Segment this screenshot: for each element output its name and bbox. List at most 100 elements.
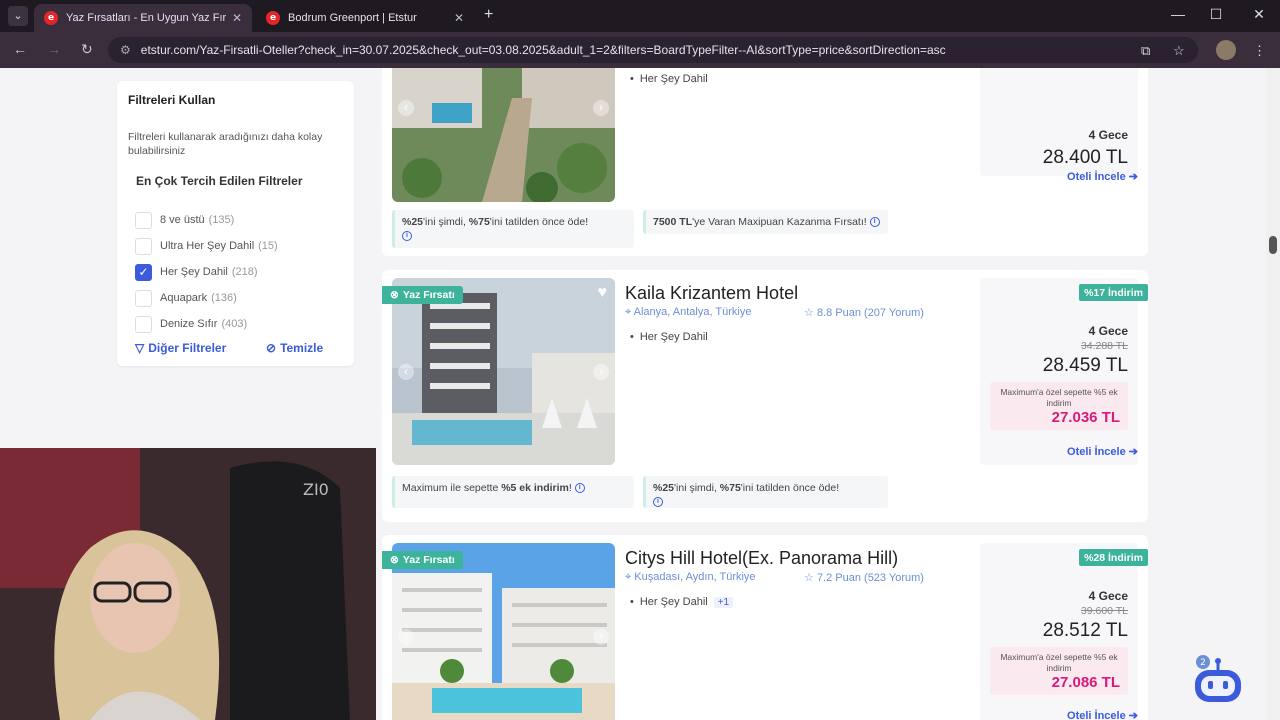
special-offer-text: Maximum'a özel sepette %5 ek indirim — [1000, 387, 1118, 408]
next-photo-icon[interactable]: › — [593, 364, 609, 380]
promo-text: 'ini şimdi, — [423, 216, 469, 228]
chair-brand-text: ZI0 — [303, 480, 329, 499]
prev-photo-icon[interactable]: ‹ — [398, 629, 414, 645]
filter-panel-title: Filtreleri Kullan — [128, 93, 216, 107]
promo-text: 'ye Varan Maxipuan Kazanma Fırsatı! — [692, 216, 867, 228]
filter-checkbox[interactable] — [135, 315, 152, 333]
back-arrow-icon[interactable]: ← — [13, 41, 27, 57]
hotel-location-label: Alanya, Antalya, Türkiye — [633, 306, 752, 318]
chatbot-button[interactable]: 2 — [1189, 654, 1247, 712]
discount-badge: %17 İndirim — [1079, 284, 1148, 301]
maximum-special-box: Maximum'a özel sepette %5 ek indirim 27.… — [990, 382, 1128, 430]
location-pin-icon: ⌖ — [625, 306, 632, 318]
tab-bodrum-greenport[interactable]: e Bodrum Greenport | Etstur ✕ — [256, 4, 474, 32]
payment-promo: %25'ini şimdi, %75'ini tatilden önce öde… — [643, 476, 888, 508]
view-hotel-link[interactable]: Oteli İncele ➔ — [1067, 445, 1138, 458]
filter-option-count: (15) — [258, 240, 278, 252]
promo-text: 'ini tatilden önce öde! — [740, 482, 840, 494]
board-type-label: Her Şey Dahil — [639, 73, 708, 85]
filter-option-label: 8 ve üstü — [160, 214, 205, 226]
scrollbar-thumb[interactable] — [1269, 236, 1277, 254]
promo-bold: %25 — [653, 482, 675, 494]
other-filters-button[interactable]: ▽ Diğer Filtreler — [135, 341, 226, 355]
filter-option-count: (135) — [208, 214, 235, 226]
filter-option-ultra-her-sey-dahil[interactable]: Ultra Her Şey Dahil (15) — [135, 237, 278, 255]
summer-deal-badge: ⊗ Yaz Fırsatı — [382, 286, 463, 304]
hotel-name[interactable]: Citys Hill Hotel(Ex. Panorama Hill) — [625, 548, 898, 569]
bookmark-star-icon[interactable]: ☆ — [1173, 43, 1185, 59]
discount-badge: %28 İndirim — [1079, 549, 1148, 566]
old-price-label: 39.600 TL — [1080, 605, 1128, 617]
chatbot-notification-count: 2 — [1200, 658, 1206, 668]
info-icon[interactable]: i — [402, 231, 412, 242]
etstur-favicon-icon: e — [266, 11, 280, 25]
promo-text: 'ini şimdi, — [674, 482, 720, 494]
clear-filters-button[interactable]: ⊘ Temizle — [266, 341, 323, 355]
star-icon: ☆ — [804, 572, 814, 584]
maximize-icon[interactable]: ☐ — [1206, 6, 1226, 23]
prev-photo-icon[interactable]: ‹ — [398, 100, 414, 116]
forward-arrow-icon[interactable]: → — [47, 41, 61, 57]
tab-search-chevron-icon[interactable]: ⌄ — [8, 6, 28, 26]
prev-photo-icon[interactable]: ‹ — [398, 364, 414, 380]
filter-option-her-sey-dahil[interactable]: ✓ Her Şey Dahil (218) — [135, 263, 258, 281]
info-icon[interactable]: i — [574, 483, 585, 494]
install-app-icon[interactable]: ⧉ — [1141, 43, 1150, 59]
page-scrollbar[interactable] — [1266, 68, 1280, 720]
filter-checkbox[interactable] — [135, 237, 152, 255]
filter-checkbox[interactable] — [135, 211, 152, 229]
hotel-card: ‹ › • Her Şey Dahil 4 Gece 28.400 TL Otel… — [382, 68, 1148, 256]
close-tab-icon[interactable]: ✕ — [454, 11, 464, 25]
more-board-types-badge[interactable]: +1 — [713, 596, 734, 608]
favorite-heart-icon[interactable]: ♥ — [598, 284, 608, 302]
browser-menu-icon[interactable]: ⋮ — [1253, 43, 1266, 59]
view-hotel-label: Oteli İncele — [1067, 171, 1126, 183]
hotel-photo[interactable]: ‹ › — [392, 543, 615, 720]
filter-checkbox-checked[interactable]: ✓ — [135, 263, 152, 281]
close-window-icon[interactable]: ✕ — [1249, 6, 1269, 23]
price-label: 28.459 TL — [1042, 355, 1128, 376]
view-hotel-link[interactable]: Oteli İncele ➔ — [1067, 709, 1138, 720]
etstur-favicon-icon: e — [44, 11, 58, 25]
hotel-name[interactable]: Kaila Krizantem Hotel — [625, 283, 798, 304]
x-circle-icon: ⊗ — [390, 289, 399, 301]
url-input[interactable]: ⚙ etstur.com/Yaz-Firsatli-Oteller?check_… — [108, 37, 1198, 63]
filter-option-8-ve-ustu[interactable]: 8 ve üstü (135) — [135, 211, 234, 229]
site-settings-icon[interactable]: ⚙ — [120, 43, 131, 57]
info-icon[interactable]: i — [869, 217, 880, 228]
view-hotel-label: Oteli İncele — [1067, 446, 1126, 458]
funnel-icon: ▽ — [135, 341, 145, 355]
board-type-label: Her Şey Dahil — [639, 331, 708, 343]
price-box: %17 İndirim 4 Gece 34.288 TL 28.459 TL M… — [980, 278, 1148, 465]
new-tab-icon[interactable]: + — [484, 6, 493, 24]
tab-yaz-firsatlari[interactable]: e Yaz Fırsatları - En Uygun Yaz Fır ✕ — [34, 4, 252, 32]
popular-filters-heading: En Çok Tercih Edilen Filtreler — [136, 174, 303, 188]
filter-checkbox[interactable] — [135, 289, 152, 307]
maximum-special-box: Maximum'a özel sepette %5 ek indirim 27.… — [990, 647, 1128, 695]
minimize-icon[interactable]: — — [1168, 6, 1188, 22]
hotel-card: ‹ › ⊗ Yaz Fırsatı Citys Hill Hotel(Ex. Pa… — [382, 535, 1148, 720]
filter-option-aquapark[interactable]: Aquapark (136) — [135, 289, 237, 307]
hotel-rating[interactable]: ☆ 8.8 Puan (207 Yorum) — [804, 306, 924, 319]
promo-text: ! — [568, 482, 572, 494]
filter-panel-description: Filtreleri kullanarak aradığınızı daha k… — [128, 131, 323, 157]
filter-option-count: (218) — [231, 266, 258, 278]
hotel-rating[interactable]: ☆ 7.2 Puan (523 Yorum) — [804, 571, 924, 584]
reload-icon[interactable]: ↻ — [81, 41, 93, 58]
promo-bold: %75 — [719, 482, 741, 494]
x-circle-icon: ⊗ — [390, 554, 399, 566]
view-hotel-link[interactable]: Oteli İncele ➔ — [1067, 170, 1138, 183]
price-box: 4 Gece 28.400 TL — [980, 68, 1138, 176]
promo-bold: %75 — [468, 216, 490, 228]
hotel-photo[interactable]: ♥ ‹ › — [392, 278, 615, 465]
hotel-card: ♥ ‹ › ⊗ Yaz Fırsatı Kaila Krizantem Hotel… — [382, 270, 1148, 522]
close-tab-icon[interactable]: ✕ — [232, 11, 242, 25]
info-icon[interactable]: i — [653, 497, 663, 508]
hotel-rating-label: 7.2 Puan (523 Yorum) — [816, 572, 924, 584]
hotel-photo[interactable]: ‹ › — [392, 68, 615, 202]
next-photo-icon[interactable]: › — [593, 629, 609, 645]
profile-avatar[interactable] — [1216, 40, 1236, 60]
filter-option-denize-sifir[interactable]: Denize Sıfır (403) — [135, 315, 247, 333]
next-photo-icon[interactable]: › — [593, 100, 609, 116]
clear-filters-label: Temizle — [280, 341, 324, 355]
